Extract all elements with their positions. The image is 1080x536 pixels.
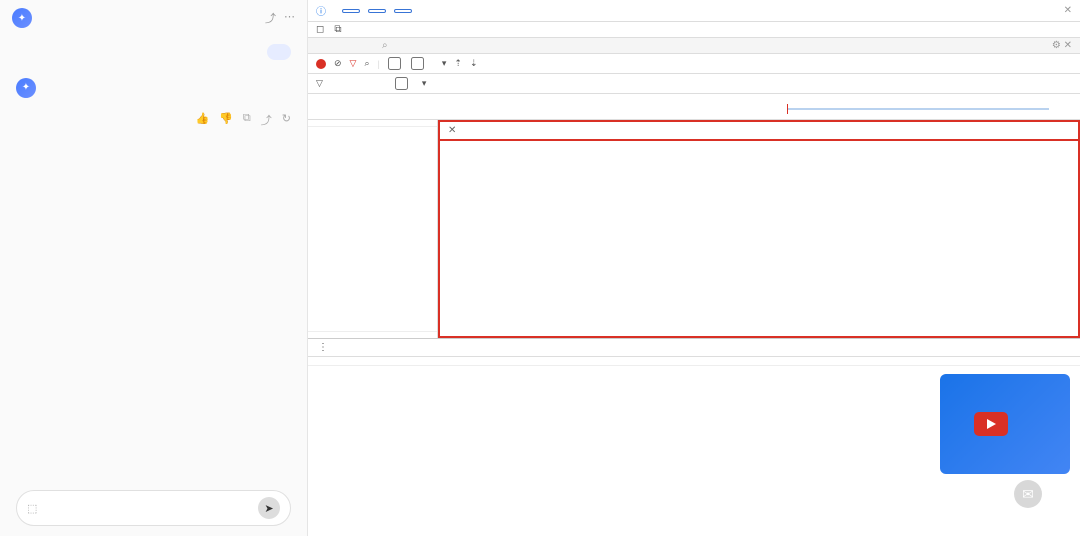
search-icon[interactable]: ⌕ — [364, 58, 369, 69]
filter-icon[interactable]: ▽ — [316, 78, 323, 89]
chevron-down-icon[interactable]: ▾ — [442, 58, 447, 69]
upload-icon[interactable]: ⇡ — [454, 58, 462, 69]
network-toolbar: ⊘ ▽ ⌕ | ▾ ⇡ ⇣ — [308, 54, 1080, 74]
column-header[interactable] — [308, 120, 437, 127]
devtools-pane: ⓘ ✕ ◻ ⧉ ⌕ ⚙ ✕ ⊘ ▽ ⌕ | ▾ ⇡ ⇣ ▽ ▾ — [308, 0, 1080, 536]
clear-icon[interactable]: ⊘ — [334, 58, 342, 69]
chat-header: ✦ ⤴ ⋯ — [0, 0, 307, 36]
inspect-icon[interactable]: ◻ — [316, 24, 324, 35]
message-actions: 👍 👎 ⧉ ⤴ ↻ — [0, 108, 307, 132]
filter-input[interactable] — [329, 79, 389, 89]
request-detail: ✕ — [438, 120, 1080, 338]
network-main: ✕ — [308, 120, 1080, 338]
drawer-body — [308, 366, 1080, 536]
invert-checkbox[interactable] — [395, 77, 410, 90]
search-bar: ⌕ ⚙ ✕ — [308, 38, 1080, 54]
play-icon[interactable] — [974, 412, 1008, 436]
promo-video[interactable] — [940, 374, 1070, 474]
drawer-menu-icon[interactable]: ⋮ — [318, 342, 328, 353]
chat-input-container: ⬚ ➤ — [16, 490, 291, 526]
filter-row: ▽ ▾ — [308, 74, 1080, 94]
preserve-log[interactable] — [388, 57, 403, 70]
attach-icon[interactable]: ⬚ — [27, 502, 37, 515]
drawer: ⋮ — [308, 338, 1080, 536]
banner-btn-switch[interactable] — [368, 9, 386, 13]
detail-tabs: ✕ — [438, 120, 1080, 141]
regenerate-icon[interactable]: ↻ — [282, 112, 291, 128]
language-banner: ⓘ ✕ — [308, 0, 1080, 22]
find-input[interactable] — [394, 40, 1052, 51]
chat-input[interactable] — [43, 502, 258, 514]
more-icon[interactable]: ⋯ — [284, 10, 295, 26]
response-body[interactable] — [438, 141, 1080, 338]
close-icon[interactable]: ✕ — [1064, 5, 1072, 16]
record-icon[interactable] — [316, 59, 326, 69]
user-message — [267, 44, 291, 60]
chat-pane: ✦ ⤴ ⋯ ✦ 👍 👎 ⧉ ⤴ ↻ ⬚ ➤ — [0, 0, 308, 536]
device-icon[interactable]: ⧉ — [334, 24, 341, 35]
thumbs-up-icon[interactable]: 👍 — [196, 112, 210, 128]
followup-list — [0, 132, 307, 144]
search-input[interactable] — [316, 40, 376, 51]
filter-icon[interactable]: ▽ — [350, 58, 357, 69]
bottom-toolbar — [0, 472, 307, 484]
assistant-avatar: ✦ — [16, 78, 36, 98]
model-avatar: ✦ — [12, 8, 32, 28]
drawer-tabs: ⋮ — [308, 339, 1080, 357]
request-footer — [308, 331, 437, 338]
share-icon[interactable]: ⤴ — [261, 112, 272, 128]
info-icon: ⓘ — [316, 3, 326, 18]
banner-btn-dismiss[interactable] — [394, 9, 412, 13]
close-icon[interactable]: ✕ — [448, 125, 456, 136]
banner-btn-match[interactable] — [342, 9, 360, 13]
network-timeline[interactable] — [308, 94, 1080, 120]
copy-icon[interactable]: ⧉ — [243, 112, 251, 128]
disable-cache[interactable] — [411, 57, 426, 70]
devtools-tabs: ◻ ⧉ — [308, 22, 1080, 38]
thumbs-down-icon[interactable]: 👎 — [219, 112, 233, 128]
assistant-message: ✦ — [0, 68, 307, 108]
request-list — [308, 120, 438, 338]
drawer-subtitle — [308, 357, 1080, 366]
share-icon[interactable]: ⤴ — [265, 10, 276, 26]
download-icon[interactable]: ⇣ — [470, 58, 478, 69]
send-button[interactable]: ➤ — [258, 497, 280, 519]
